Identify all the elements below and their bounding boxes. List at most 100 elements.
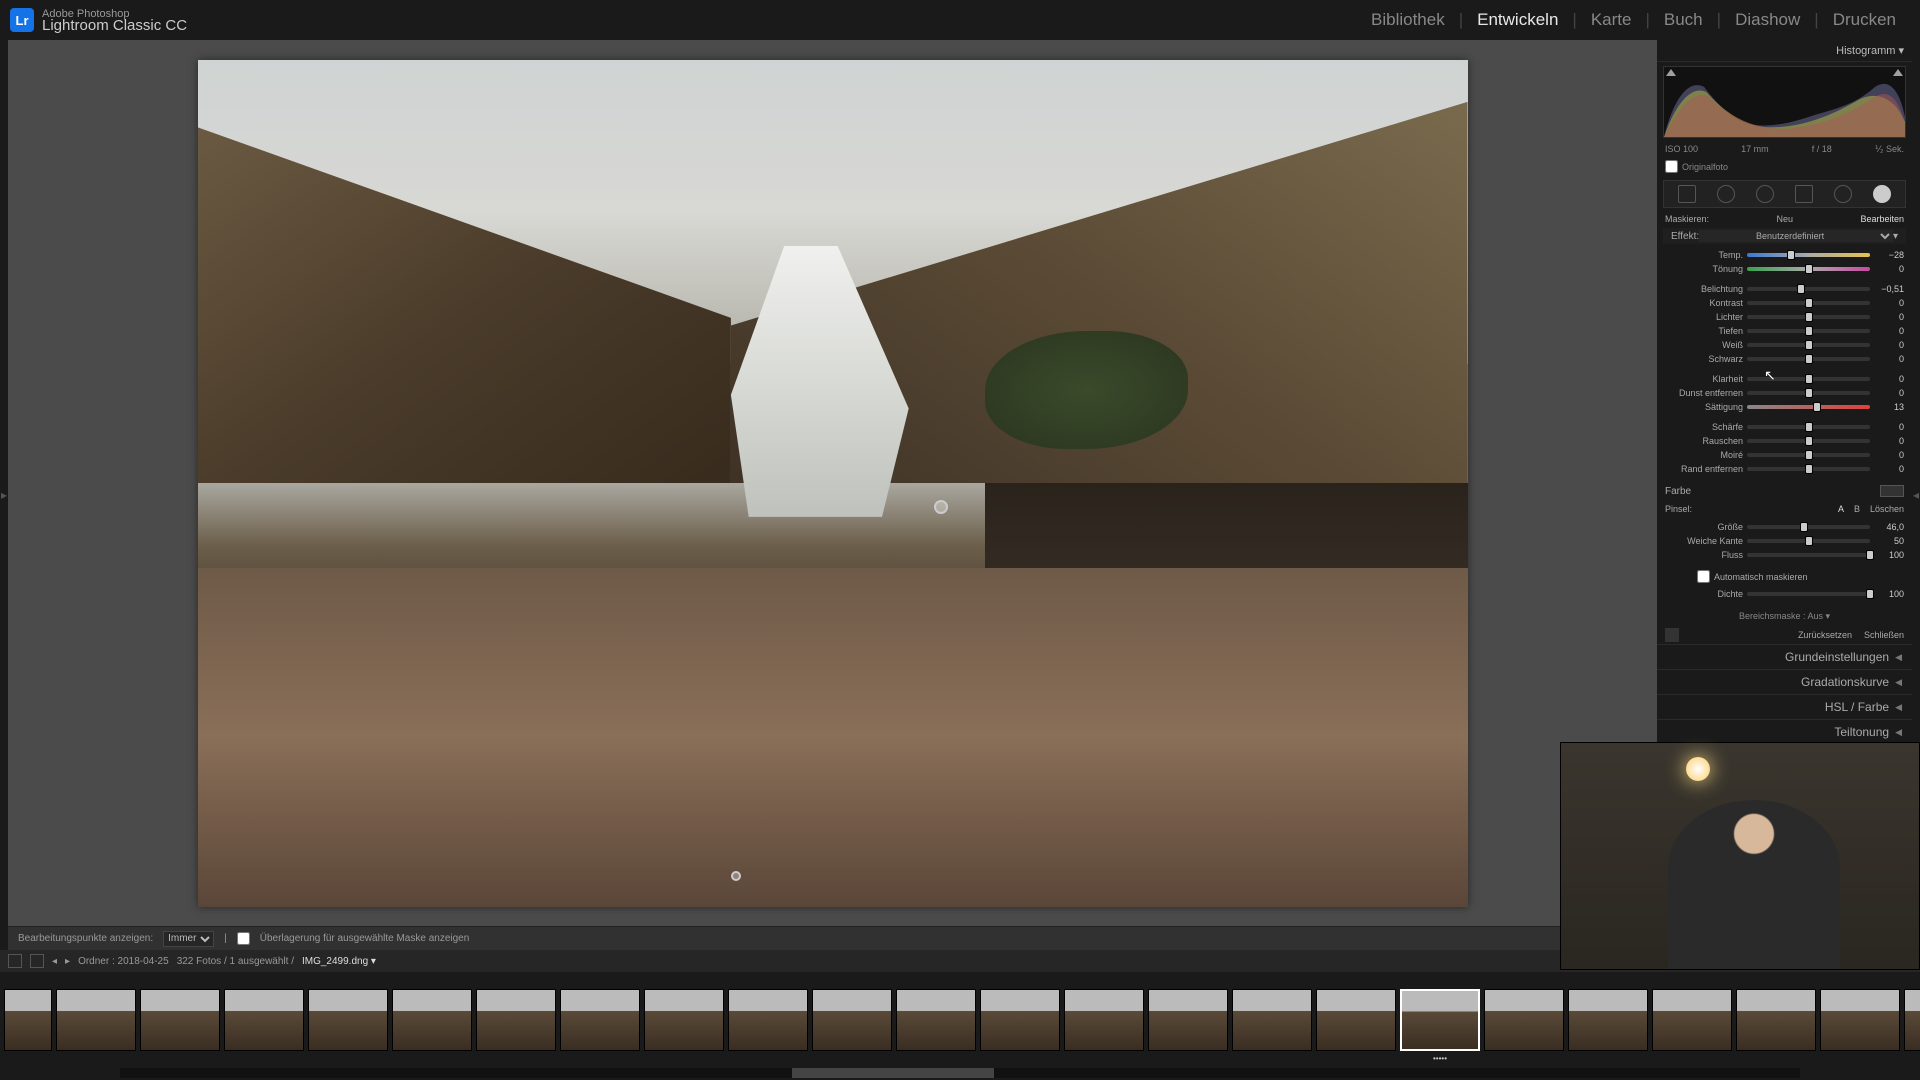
close-button[interactable]: Schließen [1864, 630, 1904, 640]
mask-new-button[interactable]: Neu [1776, 214, 1793, 224]
slider-track[interactable] [1747, 425, 1870, 429]
module-drucken[interactable]: Drucken [1819, 10, 1910, 30]
slider-thumb[interactable] [1805, 354, 1813, 364]
filmstrip-thumb[interactable] [1568, 989, 1648, 1051]
slider-thumb[interactable] [1797, 284, 1805, 294]
radial-filter-icon[interactable] [1834, 185, 1852, 203]
filmstrip-scrollbar[interactable] [120, 1068, 1800, 1078]
filmstrip-thumb[interactable] [56, 989, 136, 1051]
slider-thumb[interactable] [1805, 264, 1813, 274]
slider-value[interactable]: 0 [1874, 388, 1904, 398]
slider-value[interactable]: 50 [1874, 536, 1904, 546]
slider-wei[interactable]: Weiß0 [1665, 338, 1904, 352]
slider-klarheit[interactable]: Klarheit0 [1665, 372, 1904, 386]
slider-track[interactable] [1747, 301, 1870, 305]
filmstrip-thumb[interactable] [896, 989, 976, 1051]
slider-thumb[interactable] [1805, 436, 1813, 446]
slider-randentfernen[interactable]: Rand entfernen0 [1665, 462, 1904, 476]
filmstrip-thumb[interactable] [560, 989, 640, 1051]
slider-value[interactable]: 0 [1874, 436, 1904, 446]
filmstrip-thumb[interactable] [980, 989, 1060, 1051]
slider-track[interactable] [1747, 467, 1870, 471]
module-diashow[interactable]: Diashow [1721, 10, 1814, 30]
slider-lichter[interactable]: Lichter0 [1665, 310, 1904, 324]
filmstrip-thumb[interactable] [1904, 989, 1920, 1051]
slider-rauschen[interactable]: Rauschen0 [1665, 434, 1904, 448]
filmstrip-thumb[interactable] [308, 989, 388, 1051]
panel-switch-icon[interactable] [1665, 628, 1679, 642]
slider-schrfe[interactable]: Schärfe0 [1665, 420, 1904, 434]
filmstrip-thumb[interactable] [1652, 989, 1732, 1051]
slider-track[interactable] [1747, 343, 1870, 347]
slider-track[interactable] [1747, 453, 1870, 457]
slider-track[interactable] [1747, 315, 1870, 319]
edit-points-mode[interactable]: Immer [163, 931, 214, 947]
slider-track[interactable] [1747, 377, 1870, 381]
module-buch[interactable]: Buch [1650, 10, 1717, 30]
slider-fluss[interactable]: Fluss100 [1665, 548, 1904, 562]
slider-value[interactable]: 0 [1874, 354, 1904, 364]
slider-track[interactable] [1747, 592, 1870, 596]
current-filename[interactable]: IMG_2499.dng ▾ [302, 956, 376, 967]
slider-track[interactable] [1747, 287, 1870, 291]
module-entwickeln[interactable]: Entwickeln [1463, 10, 1572, 30]
histogram[interactable] [1663, 66, 1906, 138]
slider-track[interactable] [1747, 525, 1870, 529]
filmstrip-thumb[interactable] [1232, 989, 1312, 1051]
slider-thumb[interactable] [1805, 536, 1813, 546]
slider-track[interactable] [1747, 405, 1870, 409]
brush-tool-icon[interactable] [1873, 185, 1891, 203]
slider-value[interactable]: 0 [1874, 264, 1904, 274]
slider-value[interactable]: 0 [1874, 450, 1904, 460]
slider-thumb[interactable] [1805, 312, 1813, 322]
nav-fwd-icon[interactable]: ▸ [65, 956, 70, 967]
filmstrip-thumb[interactable] [224, 989, 304, 1051]
slider-thumb[interactable] [1805, 464, 1813, 474]
slider-track[interactable] [1747, 329, 1870, 333]
filmstrip-thumb[interactable] [140, 989, 220, 1051]
slider-value[interactable]: 0 [1874, 374, 1904, 384]
panel-teiltonung[interactable]: Teiltonung◀ [1657, 719, 1912, 744]
grid-view-icon[interactable] [30, 954, 44, 968]
filmstrip-thumb[interactable] [1400, 989, 1480, 1051]
filmstrip-thumb[interactable] [4, 989, 52, 1051]
slider-value[interactable]: 46,0 [1874, 522, 1904, 532]
brush-b-button[interactable]: B [1854, 504, 1860, 514]
slider-tnung[interactable]: Tönung0 [1665, 262, 1904, 276]
bereichsmaske-select[interactable]: Bereichsmaske : Aus ▾ [1657, 607, 1912, 626]
slider-value[interactable]: 0 [1874, 340, 1904, 350]
filmstrip-thumb[interactable] [1316, 989, 1396, 1051]
filmstrip-thumb[interactable] [1064, 989, 1144, 1051]
histogram-header[interactable]: Histogramm ▾ [1657, 40, 1912, 62]
slider-thumb[interactable] [1805, 340, 1813, 350]
slider-schwarz[interactable]: Schwarz0 [1665, 352, 1904, 366]
slider-value[interactable]: 0 [1874, 312, 1904, 322]
spot-tool-icon[interactable] [1717, 185, 1735, 203]
slider-value[interactable]: 0 [1874, 422, 1904, 432]
nav-back-icon[interactable]: ◂ [52, 956, 57, 967]
brush-a-button[interactable]: A [1838, 504, 1844, 514]
slider-value[interactable]: 0 [1874, 326, 1904, 336]
effect-chevron-icon[interactable]: ▾ [1893, 231, 1898, 242]
module-bibliothek[interactable]: Bibliothek [1357, 10, 1459, 30]
slider-thumb[interactable] [1805, 422, 1813, 432]
left-panel-toggle[interactable]: ▸ [0, 40, 8, 950]
redeye-tool-icon[interactable] [1756, 185, 1774, 203]
slider-value[interactable]: 0 [1874, 464, 1904, 474]
slider-sttigung[interactable]: Sättigung13 [1665, 400, 1904, 414]
slider-track[interactable] [1747, 253, 1870, 257]
slider-track[interactable] [1747, 553, 1870, 557]
slider-thumb[interactable] [1813, 402, 1821, 412]
filmstrip-thumb[interactable] [728, 989, 808, 1051]
slider-value[interactable]: −28 [1874, 250, 1904, 260]
crop-tool-icon[interactable] [1678, 185, 1696, 203]
slider-temp[interactable]: Temp.−28 [1665, 248, 1904, 262]
panel-gradationskurve[interactable]: Gradationskurve◀ [1657, 669, 1912, 694]
slider-thumb[interactable] [1866, 589, 1874, 599]
slider-thumb[interactable] [1805, 298, 1813, 308]
filmstrip-thumb[interactable] [1736, 989, 1816, 1051]
slider-moir[interactable]: Moiré0 [1665, 448, 1904, 462]
panel-grundeinstellungen[interactable]: Grundeinstellungen◀ [1657, 644, 1912, 669]
filmstrip-thumb[interactable] [812, 989, 892, 1051]
filmstrip-thumb[interactable] [1484, 989, 1564, 1051]
